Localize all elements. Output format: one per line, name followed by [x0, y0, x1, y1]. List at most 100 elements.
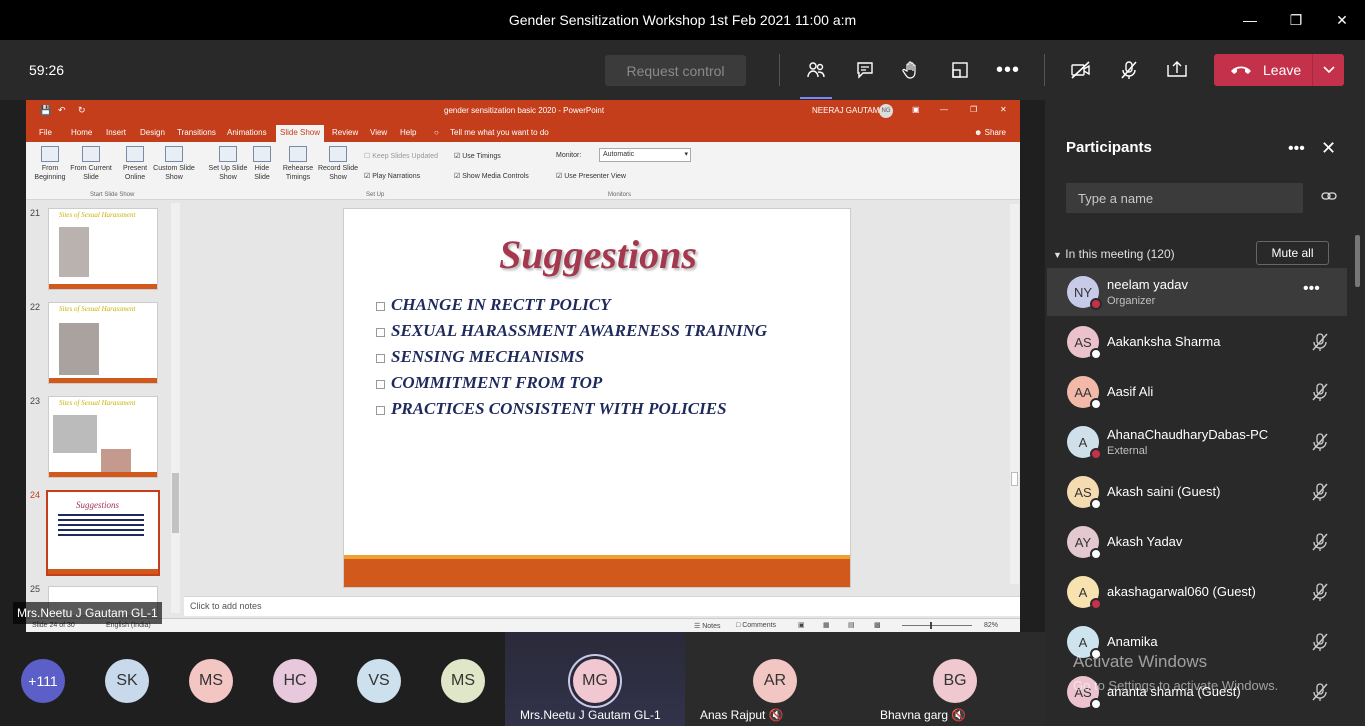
- mic-off-icon[interactable]: [1116, 57, 1142, 83]
- mic-muted-icon[interactable]: [1311, 532, 1329, 557]
- undo-icon[interactable]: ↶: [58, 105, 66, 116]
- participant-video-tile[interactable]: MG Mrs.Neetu J Gautam GL-1: [505, 632, 685, 726]
- participant-video-tile[interactable]: VS: [337, 632, 421, 726]
- participant-row[interactable]: AS Aakanksha Sharma: [1047, 318, 1347, 366]
- scroll-thumb[interactable]: [1011, 472, 1018, 486]
- slide-thumbnail-selected[interactable]: Suggestions: [46, 490, 160, 576]
- custom-show-button[interactable]: Custom Slide Show: [150, 146, 198, 182]
- breakout-rooms-icon[interactable]: [947, 57, 973, 83]
- participant-more-icon[interactable]: •••: [1303, 280, 1320, 298]
- zoom-slider[interactable]: [902, 622, 972, 629]
- tell-me-search[interactable]: Tell me what you want to do: [450, 128, 549, 137]
- ribbon-display-icon[interactable]: ▣: [912, 105, 920, 114]
- slide-thumbnail[interactable]: Sites of Sexual Harassment: [48, 302, 158, 384]
- leave-button[interactable]: Leave: [1214, 54, 1344, 86]
- more-actions-icon[interactable]: •••: [995, 57, 1021, 83]
- tab-animations[interactable]: Animations: [227, 128, 267, 137]
- tab-file[interactable]: File: [39, 128, 52, 137]
- tab-home[interactable]: Home: [71, 128, 92, 137]
- redo-icon[interactable]: ↻: [78, 105, 86, 116]
- slide-sorter-icon[interactable]: ▦: [823, 621, 830, 629]
- zoom-thumb[interactable]: [930, 622, 932, 629]
- present-online-button[interactable]: Present Online: [118, 146, 152, 182]
- tab-view[interactable]: View: [370, 128, 387, 137]
- tab-design[interactable]: Design: [140, 128, 165, 137]
- mute-all-button[interactable]: Mute all: [1256, 241, 1329, 265]
- participant-row[interactable]: A AhanaChaudharyDabas-PC External: [1047, 418, 1347, 466]
- tab-slide-show[interactable]: Slide Show: [276, 125, 325, 142]
- participant-video-tile[interactable]: HC: [253, 632, 337, 726]
- slide-scrollbar[interactable]: [1010, 204, 1019, 584]
- participant-row[interactable]: AA Aasif Ali: [1047, 368, 1347, 416]
- notes-toggle[interactable]: ☰ Notes: [694, 622, 721, 630]
- pp-share-button[interactable]: ☻ Share: [974, 128, 1006, 137]
- avatar: MS: [189, 659, 233, 703]
- participant-row[interactable]: NY neelam yadav Organizer •••: [1047, 268, 1347, 316]
- participant-search-input[interactable]: [1066, 183, 1303, 213]
- share-invite-link-icon[interactable]: [1321, 189, 1337, 207]
- presenter-view-checkbox[interactable]: ☑ Use Presenter View: [556, 172, 626, 180]
- in-meeting-header[interactable]: ▼ In this meeting (120): [1053, 247, 1175, 261]
- pp-minimize-icon[interactable]: —: [940, 105, 948, 114]
- hide-slide-button[interactable]: Hide Slide: [250, 146, 274, 182]
- participant-video-tile[interactable]: SK: [85, 632, 169, 726]
- close-icon[interactable]: ✕: [1321, 138, 1336, 159]
- zoom-level[interactable]: 82%: [984, 622, 998, 629]
- participant-video-tile[interactable]: MS: [421, 632, 505, 726]
- request-control-button[interactable]: Request control: [605, 55, 746, 86]
- panel-more-icon[interactable]: •••: [1288, 140, 1305, 158]
- participant-row[interactable]: AY Akash Yadav: [1047, 518, 1347, 566]
- monitor-select[interactable]: Automatic ▾: [599, 148, 691, 162]
- mic-muted-icon[interactable]: [1311, 632, 1329, 657]
- normal-view-icon[interactable]: ▣: [798, 621, 805, 629]
- mic-muted-icon[interactable]: [1311, 482, 1329, 507]
- participant-video-tile[interactable]: AR Anas Rajput 🔇: [685, 632, 865, 726]
- panel-scrollbar[interactable]: [1355, 235, 1360, 287]
- raise-hand-icon[interactable]: [898, 57, 924, 83]
- thumbnail-scrollbar[interactable]: [171, 203, 180, 613]
- chat-icon[interactable]: [852, 57, 878, 83]
- pp-close-icon[interactable]: ✕: [1000, 105, 1007, 114]
- tab-transitions[interactable]: Transitions: [177, 128, 216, 137]
- mic-muted-icon[interactable]: [1311, 582, 1329, 607]
- slide-thumbnail[interactable]: Sites of Sexual Harassment: [48, 208, 158, 290]
- use-timings-checkbox[interactable]: ☑ Use Timings: [454, 152, 501, 160]
- play-narrations-checkbox[interactable]: ☑ Play Narrations: [364, 172, 420, 180]
- tab-insert[interactable]: Insert: [106, 128, 126, 137]
- minimize-icon[interactable]: —: [1227, 0, 1273, 40]
- mic-muted-icon[interactable]: [1311, 682, 1329, 707]
- from-current-button[interactable]: From Current Slide: [70, 146, 112, 182]
- show-media-checkbox[interactable]: ☑ Show Media Controls: [454, 172, 529, 180]
- leave-dropdown-icon[interactable]: [1312, 54, 1344, 86]
- record-slideshow-button[interactable]: Record Slide Show: [315, 146, 361, 182]
- setup-slideshow-button[interactable]: Set Up Slide Show: [208, 146, 248, 182]
- notes-pane[interactable]: Click to add notes: [184, 596, 1020, 616]
- participants-icon[interactable]: [800, 57, 832, 99]
- from-beginning-button[interactable]: From Beginning: [32, 146, 68, 182]
- close-window-icon[interactable]: ✕: [1319, 0, 1365, 40]
- participant-video-tile[interactable]: MS: [169, 632, 253, 726]
- mic-muted-icon[interactable]: [1311, 382, 1329, 407]
- keep-updated-checkbox[interactable]: ☐ Keep Slides Updated: [364, 152, 438, 160]
- participant-row[interactable]: AS Akash saini (Guest): [1047, 468, 1347, 516]
- mic-muted-icon[interactable]: [1311, 432, 1329, 457]
- from-current-label: From Current Slide: [70, 165, 112, 181]
- maximize-icon[interactable]: ❐: [1273, 0, 1319, 40]
- slideshow-view-icon[interactable]: ▩: [874, 621, 881, 629]
- comments-toggle[interactable]: □ Comments: [736, 622, 776, 629]
- share-screen-icon[interactable]: [1164, 57, 1190, 83]
- save-icon[interactable]: 💾: [40, 105, 51, 116]
- participant-video-tile[interactable]: BG Bhavna garg 🔇: [865, 632, 1045, 726]
- rehearse-timings-button[interactable]: Rehearse Timings: [280, 146, 316, 182]
- tab-help[interactable]: Help: [400, 128, 416, 137]
- overflow-participants-tile[interactable]: +111: [0, 632, 85, 726]
- mic-muted-icon[interactable]: [1311, 332, 1329, 357]
- tab-review[interactable]: Review: [332, 128, 358, 137]
- reading-view-icon[interactable]: ▤: [848, 621, 855, 629]
- scroll-thumb[interactable]: [172, 473, 179, 533]
- camera-off-icon[interactable]: [1068, 57, 1094, 83]
- participant-row[interactable]: Aakashagarwal060 (Guest): [1047, 568, 1347, 616]
- slide-thumbnail[interactable]: Sites of Sexual Harassment: [48, 396, 158, 478]
- pp-restore-icon[interactable]: ❐: [970, 105, 977, 114]
- setup-label: Set Up Slide Show: [208, 165, 248, 181]
